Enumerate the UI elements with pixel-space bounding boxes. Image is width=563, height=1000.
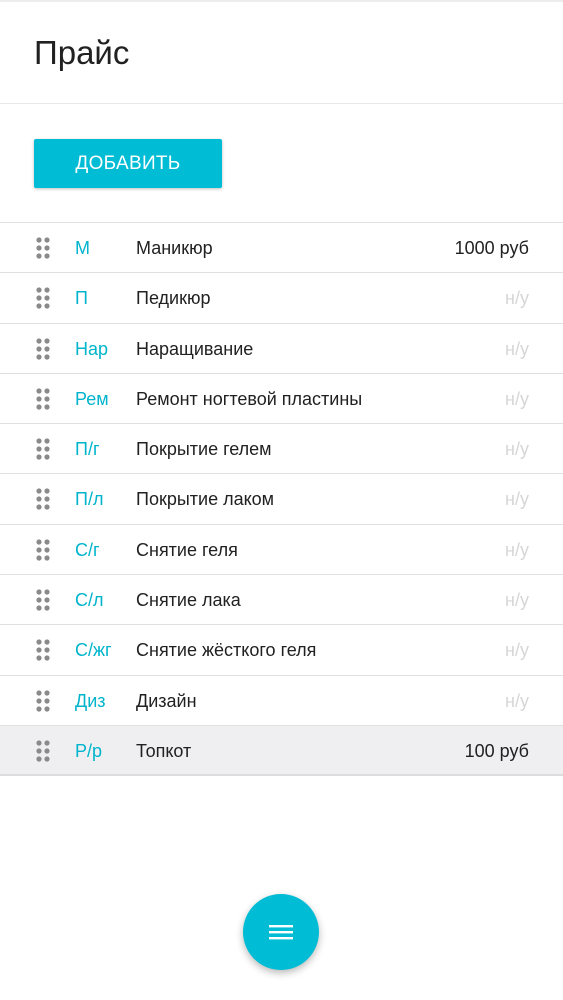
drag-handle-icon[interactable] [36, 740, 50, 762]
service-abbreviation: П [75, 288, 88, 309]
service-abbreviation: П/л [75, 489, 104, 510]
drag-handle-icon[interactable] [36, 589, 50, 611]
service-price: н/у [505, 388, 529, 409]
service-abbreviation: П/г [75, 439, 100, 460]
service-abbreviation: С/жг [75, 640, 112, 661]
list-item[interactable]: Р/р Топкот 100 руб [0, 725, 563, 777]
service-name: Снятие жёсткого геля [136, 640, 317, 661]
service-name: Покрытие лаком [136, 489, 275, 510]
drag-handle-icon[interactable] [36, 287, 50, 309]
drag-handle-icon[interactable] [36, 690, 50, 712]
list-item[interactable]: Рем Ремонт ногтевой пластины н/у [0, 373, 563, 425]
drag-handle-icon[interactable] [36, 237, 50, 259]
drag-handle-icon[interactable] [36, 438, 50, 460]
app-header: Прайс [0, 2, 563, 104]
service-price: н/у [505, 640, 529, 661]
service-price: 1000 руб [454, 238, 529, 258]
service-name: Педикюр [136, 288, 211, 309]
list-item[interactable]: С/г Снятие геля н/у [0, 524, 563, 576]
service-abbreviation: Рем [75, 388, 109, 409]
service-name: Ремонт ногтевой пластины [136, 388, 363, 409]
service-name: Наращивание [136, 338, 254, 359]
service-price: н/у [505, 288, 529, 309]
service-name: Снятие геля [136, 539, 238, 560]
price-list-screen: Прайс ДОБАВИТЬ М Маникюр 1000 руб П Педикюр н… [0, 0, 563, 1000]
price-list: М Маникюр 1000 руб П Педикюр н/у Нар Наращивани… [0, 222, 563, 777]
service-abbreviation: Нар [75, 338, 109, 359]
service-price: н/у [505, 539, 529, 560]
service-name: Дизайн [136, 690, 197, 711]
service-price: н/у [505, 489, 529, 510]
list-item[interactable]: С/л Снятие лака н/у [0, 575, 563, 626]
list-item[interactable]: П/л Покрытие лаком н/у [0, 474, 563, 525]
service-name: Снятие лака [136, 590, 241, 611]
service-price: н/у [505, 439, 529, 460]
service-abbreviation: М [75, 238, 90, 258]
add-button[interactable]: ДОБАВИТЬ [34, 139, 222, 188]
service-abbreviation: С/л [75, 590, 104, 611]
drag-handle-icon[interactable] [36, 539, 50, 561]
list-item[interactable]: С/жг Снятие жёсткого геля н/у [0, 625, 563, 676]
page-title: Прайс [34, 34, 130, 71]
list-item[interactable]: П Педикюр н/у [0, 273, 563, 324]
service-name: Покрытие гелем [136, 439, 272, 460]
menu-icon [269, 925, 293, 940]
service-name: Маникюр [136, 238, 213, 258]
service-abbreviation: Р/р [75, 740, 103, 761]
drag-handle-icon[interactable] [36, 488, 50, 511]
service-price: 100 руб [464, 740, 529, 761]
drag-handle-icon[interactable] [36, 337, 50, 360]
service-name: Топкот [136, 740, 192, 761]
service-abbreviation: С/г [75, 539, 100, 560]
list-item[interactable]: Нар Наращивание н/у [0, 323, 563, 374]
service-price: н/у [505, 338, 529, 359]
list-item[interactable]: Диз Дизайн н/у [0, 675, 563, 726]
list-item[interactable]: М Маникюр 1000 руб [0, 223, 563, 274]
menu-fab[interactable] [243, 894, 319, 970]
drag-handle-icon[interactable] [36, 388, 50, 410]
service-price: н/у [505, 690, 529, 711]
service-price: н/у [505, 590, 529, 611]
drag-handle-icon[interactable] [36, 639, 50, 661]
service-abbreviation: Диз [75, 690, 106, 711]
list-item[interactable]: П/г Покрытие гелем н/у [0, 424, 563, 475]
